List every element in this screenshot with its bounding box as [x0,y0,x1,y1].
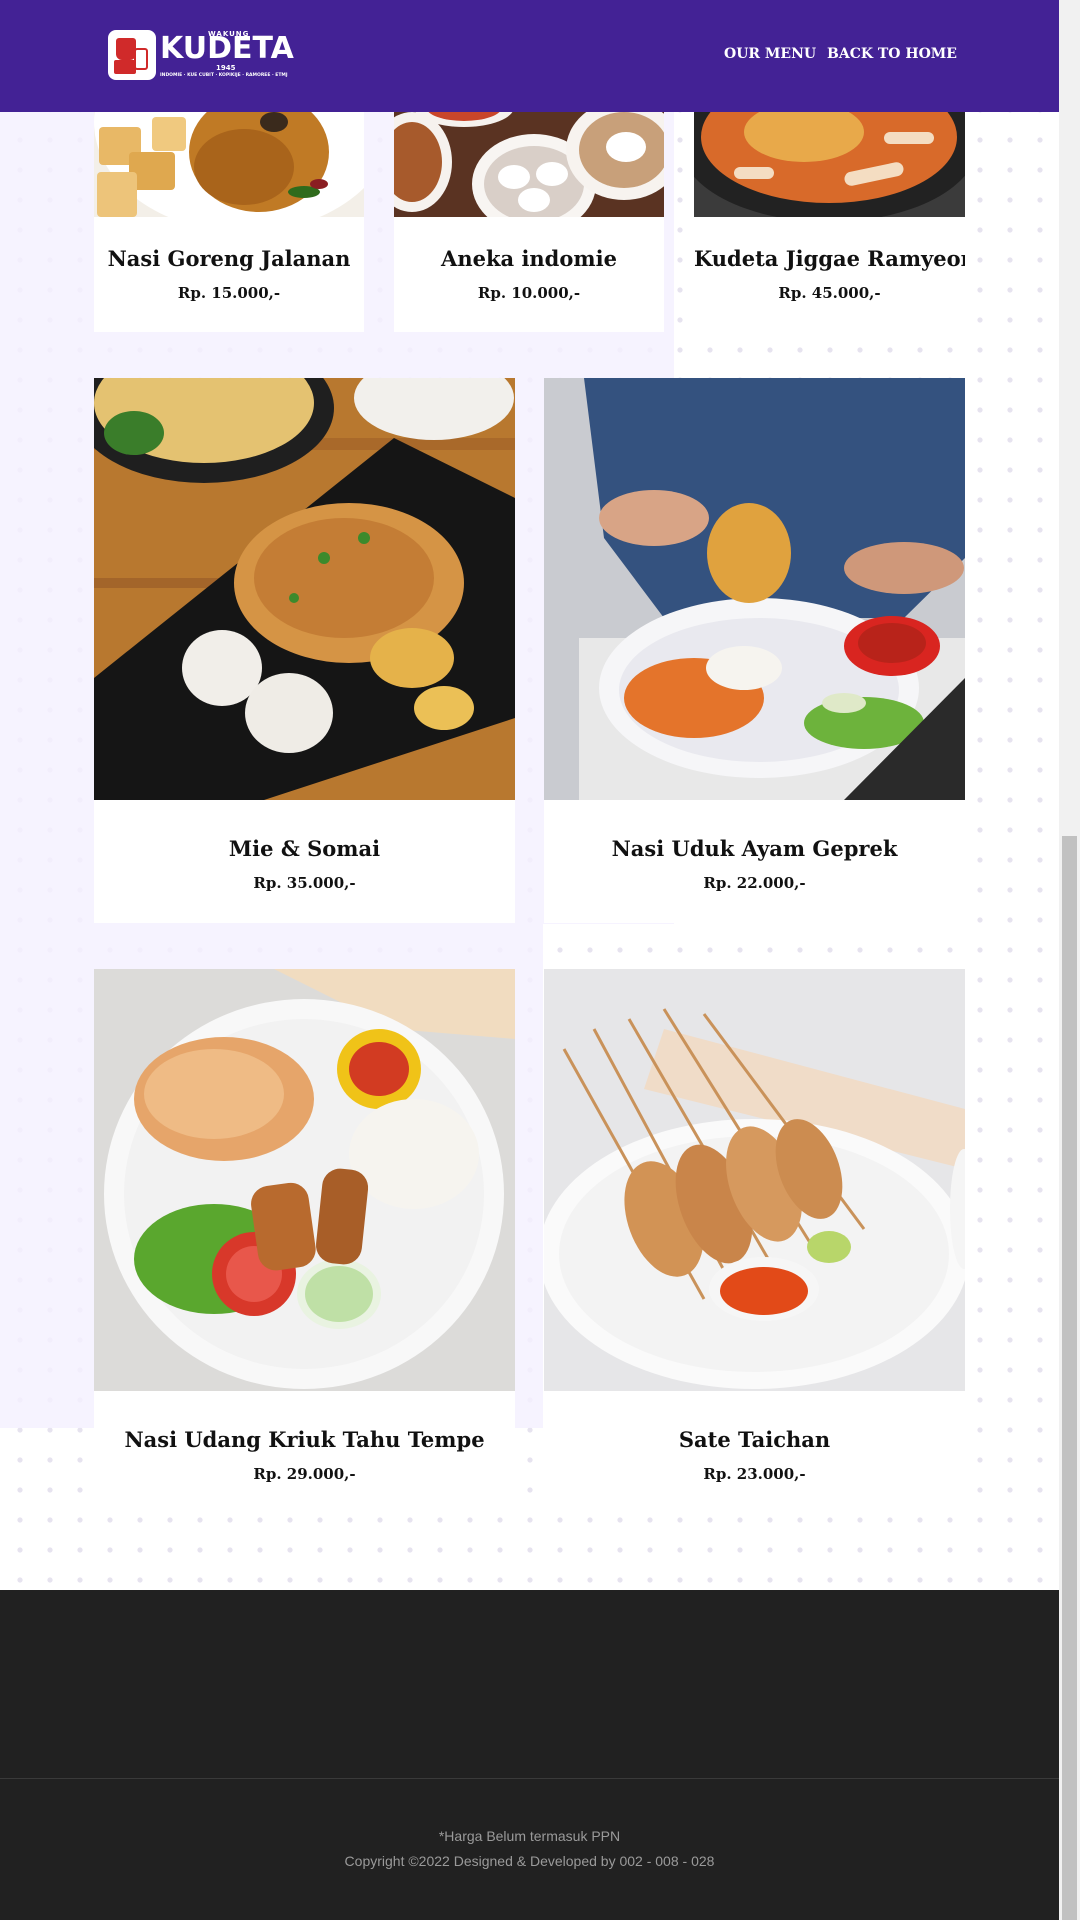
food-image [694,112,965,217]
food-image [94,378,515,800]
food-image [544,378,965,800]
scrollbar-thumb[interactable] [1062,836,1077,1920]
food-image [394,112,664,217]
menu-item-price: Rp. 22.000,- [703,874,806,892]
menu-item-price: Rp. 23.000,- [703,1465,806,1483]
menu-card[interactable]: Sate Taichan Rp. 23.000,- [544,969,965,1514]
menu-item-name: Aneka indomie [441,246,617,271]
menu-item-price: Rp. 29.000,- [253,1465,356,1483]
nav-back-to-home[interactable]: BACK TO HOME [827,46,957,62]
logo-wordmark: KUDETA [160,31,294,66]
menu-item-price: Rp. 10.000,- [477,284,581,302]
footer-copyright: Copyright ©2022 Designed & Developed by … [344,1853,715,1869]
site-header: WAKUNG KUDETA 1945 INDOMIE · KUE CUBIT ·… [0,0,1059,112]
menu-item-name: Nasi Uduk Ayam Geprek [611,836,898,861]
food-image [544,969,965,1391]
menu-card[interactable]: Nasi Udang Kriuk Tahu Tempe Rp. 29.000,- [94,969,515,1514]
menu-item-price: Rp. 15.000,- [177,284,281,302]
site-footer: *Harga Belum termasuk PPN Copyright ©202… [0,1590,1059,1920]
logo-year: 1945 [216,64,236,72]
menu-item-name: Nasi Goreng Jalanan [107,246,351,271]
menu-card[interactable]: Nasi Goreng Jalanan Rp. 15.000,- [94,112,364,332]
menu-card[interactable]: Kudeta Jiggae Ramyeon Rp. 45.000,- [694,112,965,332]
menu-item-name: Sate Taichan [678,1427,831,1452]
menu-card[interactable]: Mie & Somai Rp. 35.000,- [94,378,515,923]
logo-icon [108,30,156,80]
food-image [94,969,515,1391]
menu-card[interactable]: Aneka indomie Rp. 10.000,- [394,112,664,332]
logo-tagline: INDOMIE · KUE CUBIT · KOPIKIJE · RAMOREE… [160,73,288,78]
menu-item-name: Mie & Somai [228,836,381,861]
brand-logo[interactable]: WAKUNG KUDETA 1945 INDOMIE · KUE CUBIT ·… [108,28,294,84]
footer-tax-note: *Harga Belum termasuk PPN [438,1828,621,1844]
menu-item-name: Nasi Udang Kriuk Tahu Tempe [124,1427,485,1452]
menu-item-name: Kudeta Jiggae Ramyeon [694,246,965,271]
menu-card[interactable]: Nasi Uduk Ayam Geprek Rp. 22.000,- [544,378,965,923]
nav-our-menu[interactable]: OUR MENU [724,46,816,62]
menu-item-price: Rp. 45.000,- [778,284,881,302]
footer-divider [0,1778,1059,1779]
food-image [94,112,364,217]
menu-item-price: Rp. 35.000,- [253,874,356,892]
page: WAKUNG KUDETA 1945 INDOMIE · KUE CUBIT ·… [0,0,1059,1920]
